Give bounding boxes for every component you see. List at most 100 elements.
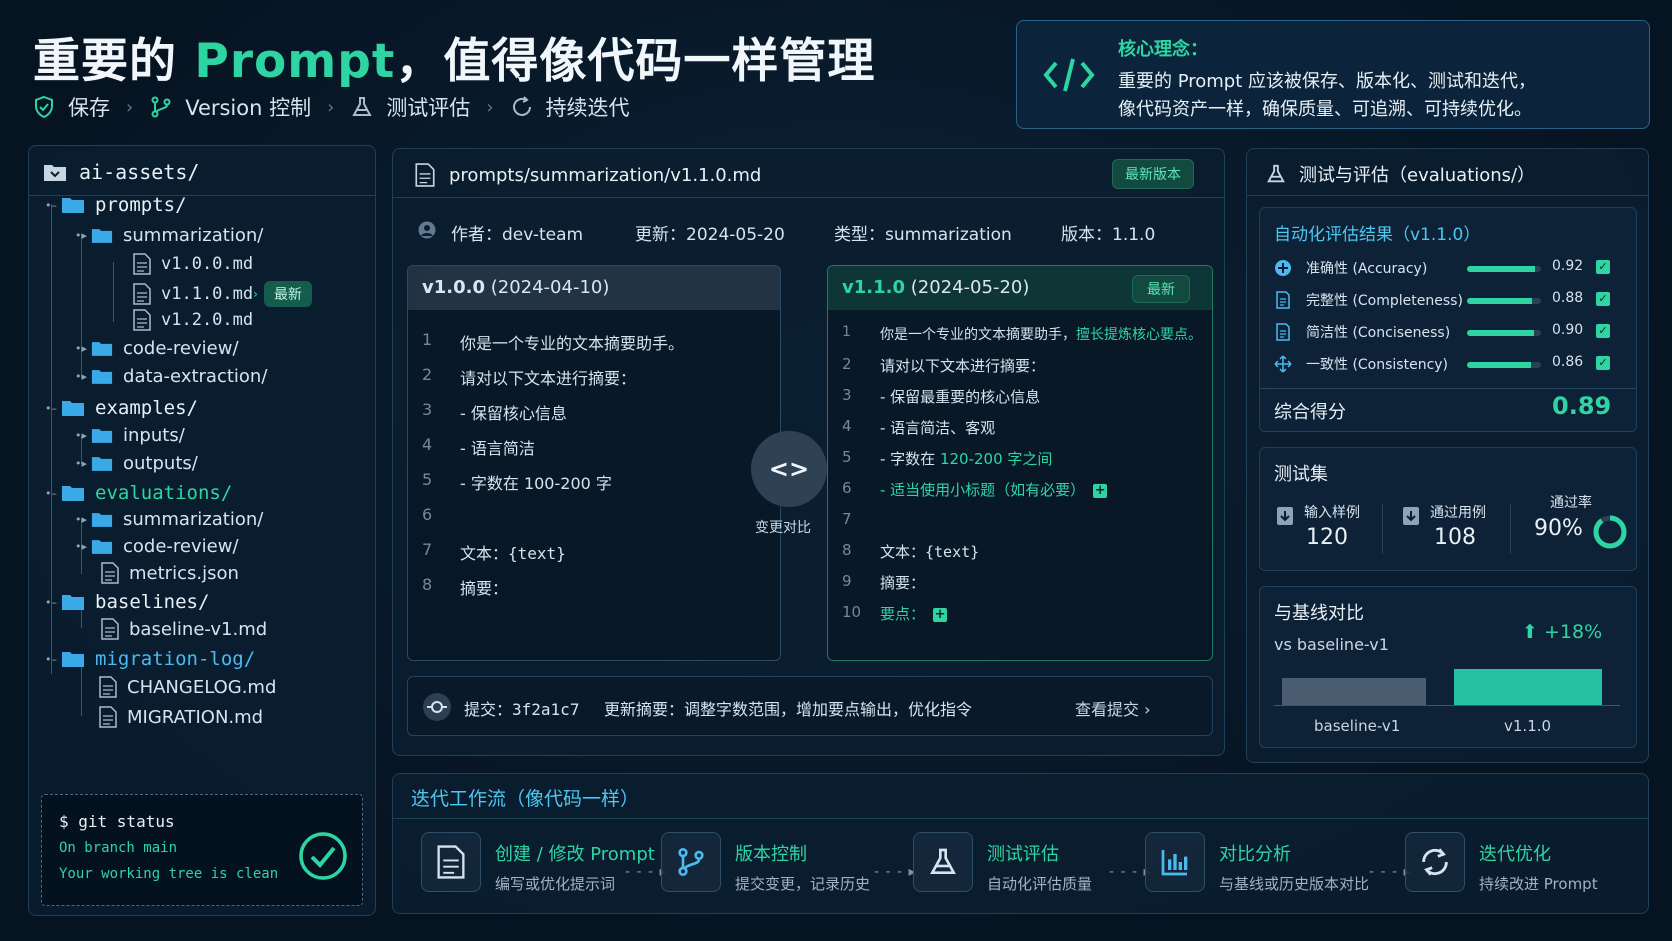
tree-folder-inputs[interactable]: •▸ inputs/ <box>75 425 185 446</box>
principle-label: 持续迭代 <box>545 96 630 120</box>
metric-value: 0.88 <box>1552 290 1584 306</box>
chevron-right-icon: › <box>486 96 494 118</box>
tree-file-v120[interactable]: v1.2.0.md <box>133 309 253 331</box>
chevron-right-icon: › <box>327 96 335 118</box>
check-icon: ✓ <box>1596 260 1610 274</box>
metric-bar <box>1467 298 1541 304</box>
workflow-step-iterate[interactable]: 迭代优化 持续改进 Prompt <box>1405 832 1598 894</box>
concept-title: 核心理念： <box>1118 39 1208 60</box>
meta-updated: 更新：2024-05-20 <box>635 225 785 245</box>
tree-file-baseline-v1[interactable]: baseline-v1.md <box>101 618 267 640</box>
tree-folder-prompts[interactable]: •– prompts/ <box>45 194 187 216</box>
metric-bar-fill <box>1467 266 1536 272</box>
tree-folder-eval-code-review[interactable]: •▸ code-review/ <box>75 536 239 557</box>
tree-file-changelog[interactable]: CHANGELOG.md <box>99 676 276 698</box>
check-icon: ✓ <box>1596 324 1610 338</box>
tree-folder-data-extraction[interactable]: •▸ data-extraction/ <box>75 366 267 387</box>
workflow-step-test[interactable]: 测试评估 自动化评估质量 <box>913 832 1092 894</box>
arrow-up-icon: ⬆ <box>1522 621 1538 643</box>
tree-guide-line <box>113 262 114 322</box>
workflow-step-create[interactable]: 创建 / 修改 Prompt 编写或优化提示词 <box>421 832 655 894</box>
diff-compare-button[interactable]: <> <box>751 431 827 507</box>
tree-folder-outputs[interactable]: •▸ outputs/ <box>75 453 198 474</box>
tree-folder-evaluations[interactable]: •– evaluations/ <box>45 482 232 504</box>
metric-value: 0.86 <box>1552 354 1584 370</box>
file-icon <box>133 253 151 275</box>
baseline-delta: ⬆ +18% <box>1522 621 1603 643</box>
git-branch-icon <box>678 848 704 876</box>
chevron-right-icon: › <box>253 287 258 301</box>
principles-bar: 保存 › Version 控制 › 测试评估 › 持续迭代 <box>32 92 630 122</box>
pass-rate-ring <box>1593 515 1627 549</box>
tree-branch-icon: •▸ <box>75 457 88 470</box>
diff-label: 变更对比 <box>755 520 811 536</box>
evaluation-panel: 测试与评估（evaluations/） 自动化评估结果（v1.1.0） 准确性 … <box>1246 148 1649 763</box>
metric-bar <box>1467 330 1541 336</box>
tree-branch-icon: •▸ <box>75 229 88 242</box>
commit-summary: 更新摘要：调整字数范围，增加要点输出，优化指令 <box>604 700 973 719</box>
refresh-icon <box>512 96 531 116</box>
principle-label: Version 控制 <box>185 96 312 120</box>
workflow-step-version[interactable]: 版本控制 提交变更，记录历史 <box>661 832 870 894</box>
old-version-title: v1.0.0 (2024-04-10) <box>422 277 610 298</box>
arrow-right-icon: - - - ▸ <box>874 864 917 880</box>
passed-cases-value: 108 <box>1434 525 1476 550</box>
flask-icon <box>1267 164 1285 183</box>
latest-version-badge: 最新版本 <box>1112 159 1194 189</box>
auto-eval-results-card: 自动化评估结果（v1.1.0） 准确性 (Accuracy) 0.92 ✓ 完整… <box>1259 207 1637 432</box>
tree-file-v110[interactable]: v1.1.0.md › 最新 <box>133 281 312 307</box>
commit-bar: 提交：3f2a1c7 更新摘要：调整字数范围，增加要点输出，优化指令 查看提交 … <box>407 676 1213 736</box>
view-commit-link[interactable]: 查看提交 › <box>1075 696 1151 720</box>
added-line-icon: + <box>1093 482 1108 498</box>
metric-bar <box>1467 266 1541 272</box>
flask-icon <box>930 848 956 874</box>
tree-folder-baselines[interactable]: •– baselines/ <box>45 591 209 613</box>
document-edit-icon <box>437 845 465 879</box>
file-icon <box>99 706 117 728</box>
pass-rate-label: 通过率 <box>1550 495 1592 511</box>
test-set-card: 测试集 输入样例 120 通过用例 108 通过率 90% <box>1259 447 1637 571</box>
metric-bar-fill <box>1467 330 1534 336</box>
tree-root[interactable]: ai-assets/ <box>43 160 199 184</box>
tree-file-metrics[interactable]: metrics.json <box>101 562 239 584</box>
tree-folder-summarization[interactable]: •▸ summarization/ <box>75 225 263 246</box>
folder-icon <box>91 229 113 243</box>
baseline-bar-label: baseline-v1 <box>1314 717 1401 735</box>
commit-info: 提交：3f2a1c7 <box>464 700 580 719</box>
git-status-terminal: $ git status On branch main Your working… <box>41 794 363 906</box>
old-version-code: v1.0.0 (2024-04-10) 1 你是一个专业的文本摘要助手。 2 请对以… <box>407 265 781 661</box>
overall-score-value: 0.89 <box>1552 392 1612 420</box>
principle-test: 测试评估 <box>350 92 470 122</box>
principle-label: 测试评估 <box>386 96 471 120</box>
metric-bar-fill <box>1467 298 1533 304</box>
workflow-title: 迭代工作流（像代码一样） <box>411 788 640 810</box>
file-tree-panel: ai-assets/ •– prompts/ •▸ summarization/… <box>28 145 376 916</box>
tree-branch-icon: •▸ <box>75 342 88 355</box>
file-icon <box>99 676 117 698</box>
workflow-step-compare[interactable]: 对比分析 与基线或历史版本对比 <box>1145 832 1369 894</box>
tree-branch-icon: •– <box>45 486 57 500</box>
folder-icon <box>62 198 84 213</box>
tree-file-migration[interactable]: MIGRATION.md <box>99 706 263 728</box>
metric-row: 准确性 (Accuracy) <box>1274 258 1427 278</box>
folder-icon <box>62 401 84 416</box>
divider <box>1510 504 1511 554</box>
new-badge: 最新 <box>1132 275 1190 303</box>
divider <box>393 818 1648 819</box>
tree-folder-code-review[interactable]: •▸ code-review/ <box>75 338 239 359</box>
tree-folder-examples[interactable]: •– examples/ <box>45 397 198 419</box>
tree-branch-icon: •– <box>45 595 57 609</box>
metric-bar-fill <box>1467 362 1531 368</box>
refresh-icon <box>1422 848 1448 876</box>
pass-rate-value: 90% <box>1534 516 1583 541</box>
tree-folder-migration-log[interactable]: •– migration-log/ <box>45 648 255 670</box>
tree-folder-eval-summarization[interactable]: •▸ summarization/ <box>75 509 263 530</box>
tree-branch-icon: •▸ <box>75 429 88 442</box>
tree-file-v100[interactable]: v1.0.0.md <box>133 253 253 275</box>
tree-branch-icon: •▸ <box>75 370 88 383</box>
tree-branch-icon: •▸ <box>75 513 88 526</box>
terminal-line: Your working tree is clean <box>59 866 279 882</box>
metric-value: 0.92 <box>1552 258 1584 274</box>
flask-icon <box>352 97 372 116</box>
folder-icon <box>62 595 84 610</box>
